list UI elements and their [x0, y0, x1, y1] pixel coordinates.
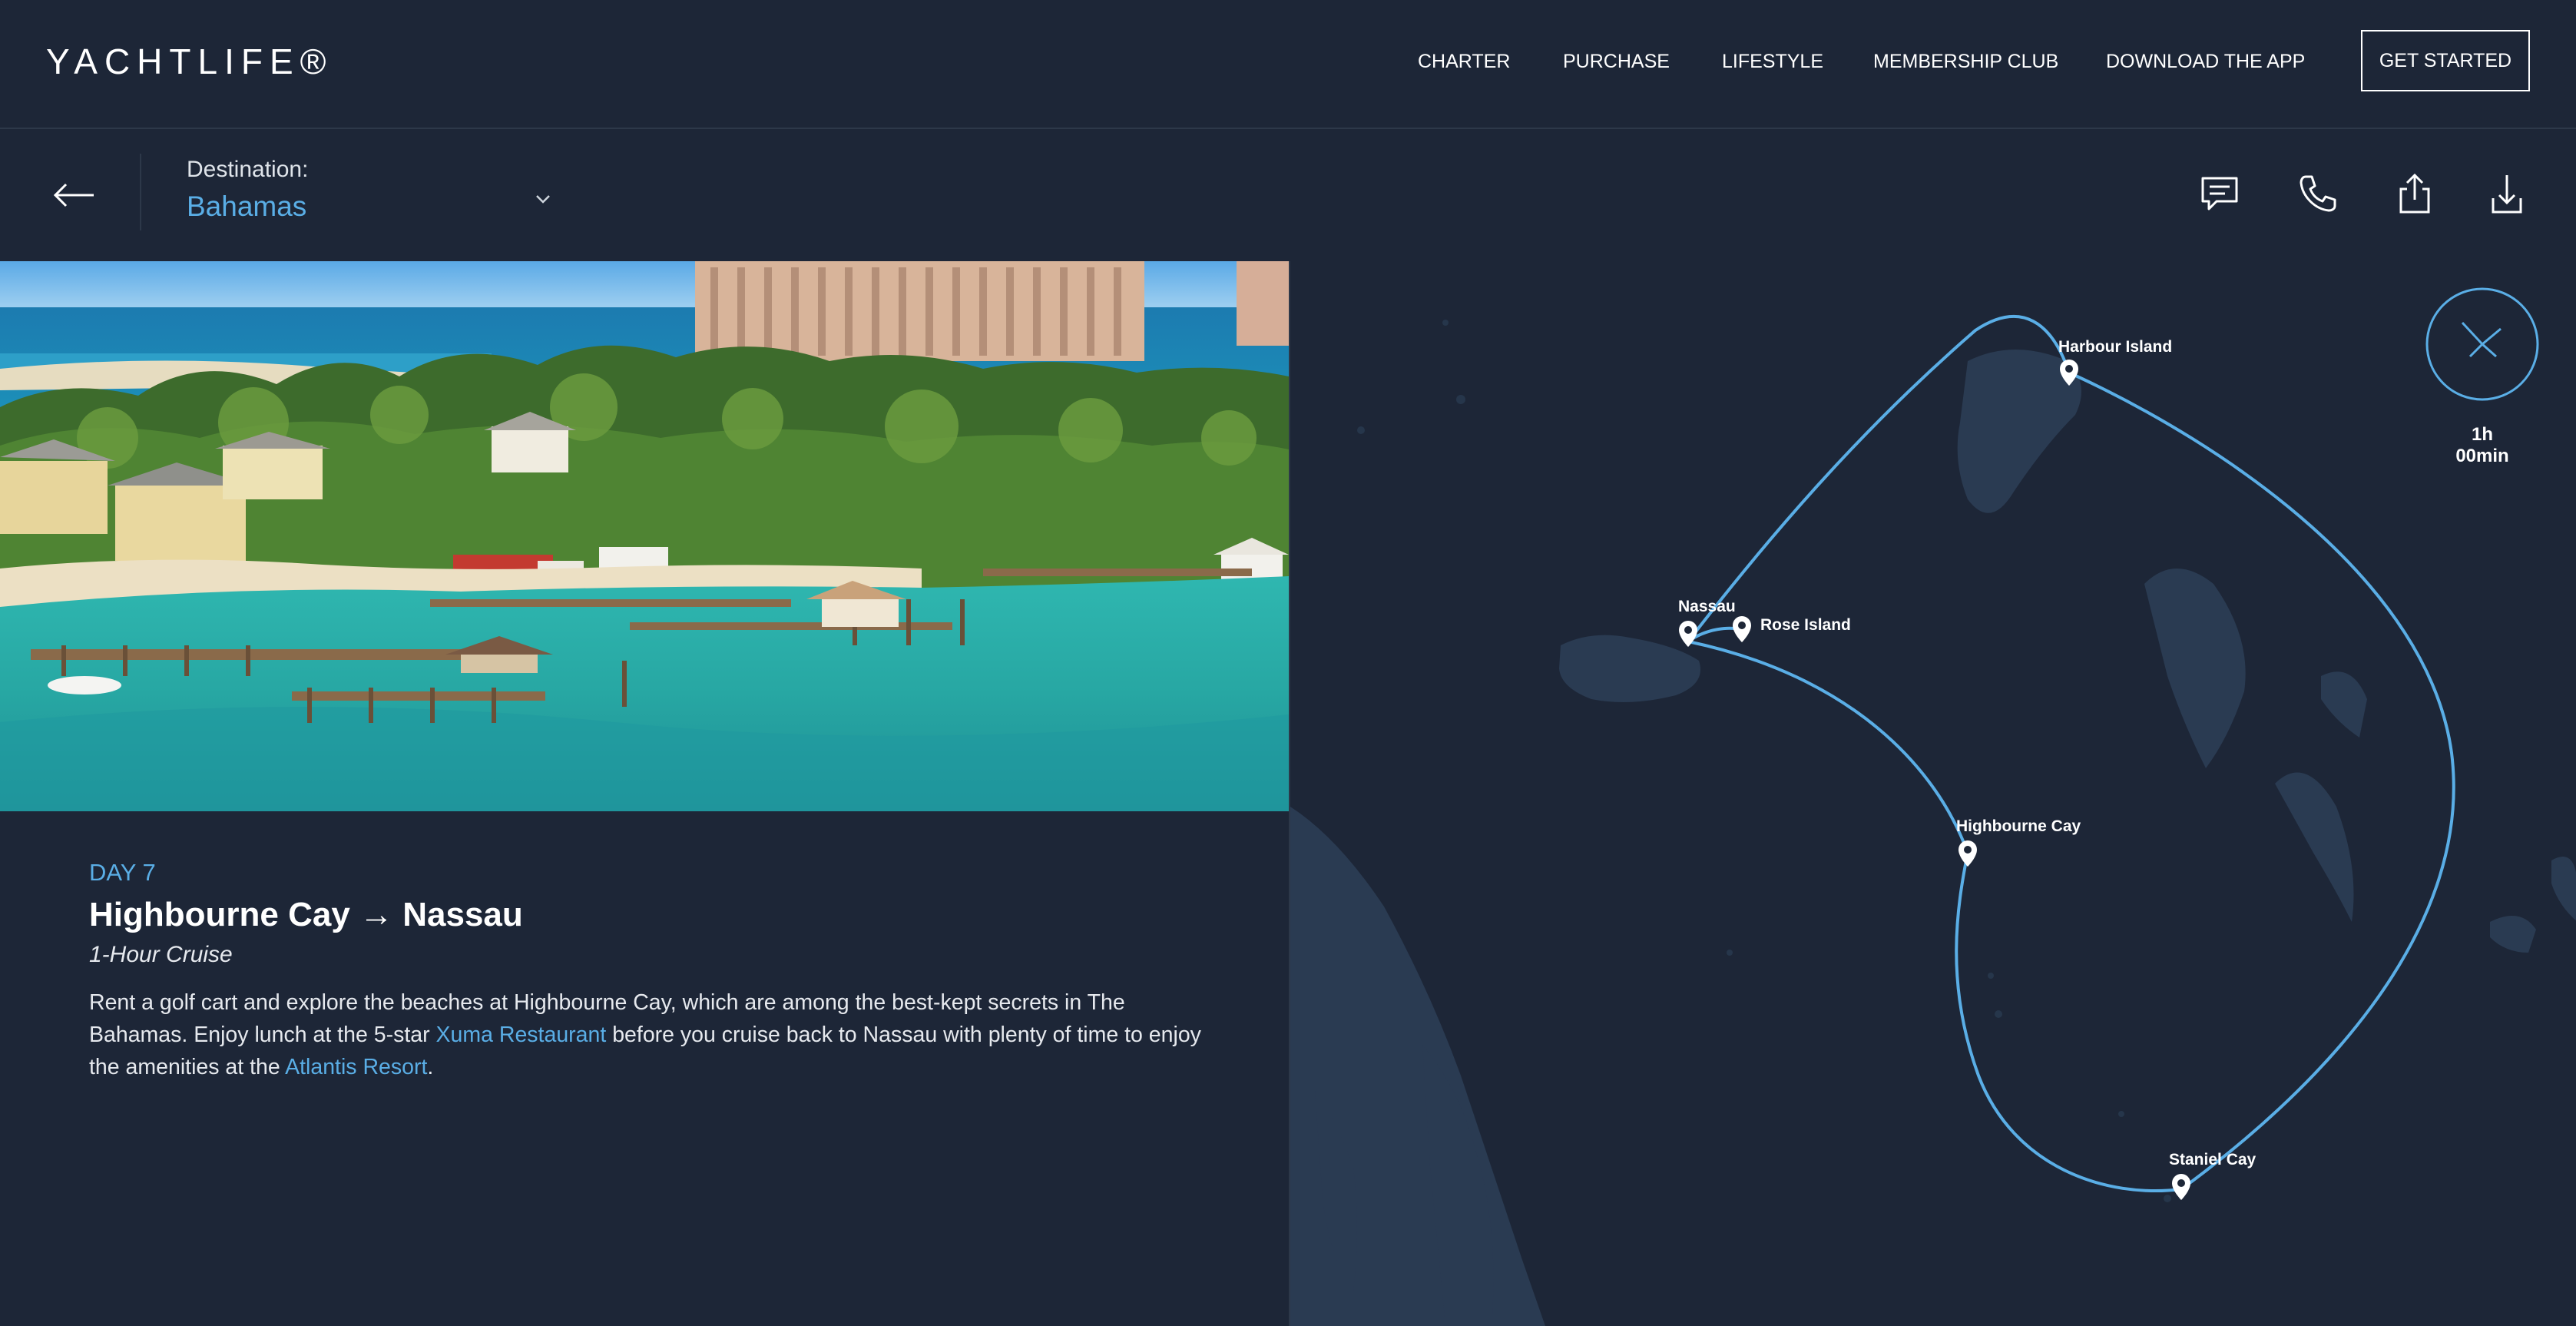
route-map[interactable] [1289, 261, 2576, 1326]
map-label-nassau[interactable]: Nassau [1678, 598, 1736, 616]
get-started-button[interactable]: GET STARTED [2361, 30, 2530, 91]
top-navigation: YACHTLIFE® CHARTER PURCHASE LIFESTYLE ME… [0, 0, 2576, 129]
map-label-rose-island[interactable]: Rose Island [1760, 616, 1851, 635]
day-description: Rent a golf cart and explore the beaches… [89, 986, 1218, 1083]
phone-icon[interactable] [2295, 171, 2341, 217]
chevron-down-icon[interactable] [530, 186, 556, 212]
back-arrow-icon[interactable] [51, 172, 97, 218]
nav-download-the-app[interactable]: DOWNLOAD THE APP [2106, 48, 2305, 75]
map-label-staniel-cay[interactable]: Staniel Cay [2169, 1151, 2256, 1169]
day-label: DAY 7 [89, 859, 156, 886]
destination-label: Destination: [187, 157, 309, 182]
map-label-highbourne-cay[interactable]: Highbourne Cay [1956, 817, 2081, 836]
day-subtitle: 1-Hour Cruise [89, 942, 233, 967]
brand-logo[interactable]: YACHTLIFE® [46, 40, 333, 83]
destination-select[interactable]: Bahamas [187, 191, 306, 223]
map-label-harbour-island[interactable]: Harbour Island [2058, 338, 2172, 356]
nav-charter[interactable]: CHARTER [1418, 48, 1510, 75]
cruise-duration: 1h 00min [2455, 424, 2509, 466]
xuma-restaurant-link[interactable]: Xuma Restaurant [436, 1023, 607, 1047]
destination-photo [0, 261, 1289, 811]
nav-lifestyle[interactable]: LIFESTYLE [1722, 48, 1823, 75]
nav-membership-club[interactable]: MEMBERSHIP CLUB [1873, 48, 2058, 75]
share-icon[interactable] [2392, 171, 2438, 217]
cruise-timer-button[interactable] [2425, 287, 2539, 401]
day-title: Highbourne Cay → Nassau [89, 896, 523, 933]
destination-bar: Destination: Bahamas [0, 129, 2576, 261]
download-icon[interactable] [2484, 171, 2530, 217]
clock-hand-icon [2461, 321, 2484, 346]
nav-purchase[interactable]: PURCHASE [1563, 48, 1670, 75]
atlantis-resort-link[interactable]: Atlantis Resort [285, 1055, 427, 1079]
chat-icon[interactable] [2197, 171, 2243, 217]
itinerary-day: DAY 7 Highbourne Cay → Nassau 1-Hour Cru… [0, 811, 1289, 1326]
divider [140, 154, 141, 230]
description-text: . [427, 1055, 434, 1079]
